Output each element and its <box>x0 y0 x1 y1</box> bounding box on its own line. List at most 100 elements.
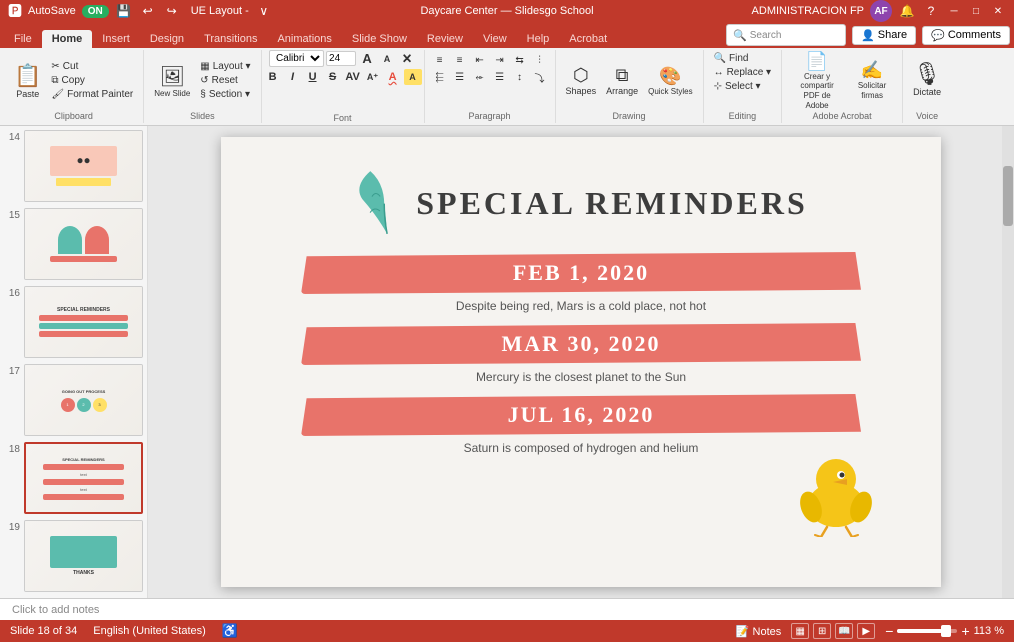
font-grow-btn[interactable]: A <box>358 51 376 67</box>
tab-file[interactable]: File <box>4 30 42 48</box>
quick-styles-button[interactable]: 🎨 Quick Styles <box>644 54 696 108</box>
font-shrink-btn[interactable]: A <box>378 51 396 67</box>
find-button[interactable]: 🔍 Find <box>710 52 776 65</box>
zoom-out-btn[interactable]: − <box>885 623 893 639</box>
more-options-icon[interactable]: ? <box>922 2 940 20</box>
shapes-button[interactable]: ⬡ Shapes <box>562 54 601 108</box>
tab-acrobat[interactable]: Acrobat <box>559 30 617 48</box>
text-direction-btn[interactable]: ⤵ <box>531 69 549 85</box>
redo-icon[interactable]: ↪ <box>163 2 181 20</box>
dictate-button[interactable]: 🎙 Dictate <box>909 52 945 106</box>
quick-styles-icon: 🎨 <box>659 66 681 87</box>
font-color-btn[interactable]: A <box>384 69 402 85</box>
layout-button[interactable]: ▦ Layout ▾ <box>196 60 254 73</box>
section-button[interactable]: § Section ▾ <box>196 88 254 101</box>
tab-insert[interactable]: Insert <box>92 30 140 48</box>
replace-button[interactable]: ↔ Replace ▾ <box>710 66 776 79</box>
slide-thumb-14[interactable]: 14 ⬤ ⬤ <box>4 130 143 202</box>
user-avatar[interactable]: AF <box>870 0 892 22</box>
highlight-btn[interactable]: A <box>404 69 422 85</box>
save-icon[interactable]: 💾 <box>115 2 133 20</box>
text-shadow-btn[interactable]: A⁺ <box>364 69 382 85</box>
underline-btn[interactable]: U <box>304 69 322 85</box>
zoom-slider[interactable] <box>897 629 957 633</box>
request-signatures-button[interactable]: ✍ Solicitar firmas <box>848 54 896 108</box>
undo-icon[interactable]: ↩ <box>139 2 157 20</box>
tab-transitions[interactable]: Transitions <box>194 30 267 48</box>
italic-btn[interactable]: I <box>284 69 302 85</box>
slide-thumb-15[interactable]: 15 <box>4 208 143 280</box>
slide-canvas[interactable]: SPECIAL REMINDERS FEB 1, 2020 Despite be… <box>221 137 941 587</box>
notes-bar[interactable]: Click to add notes <box>0 598 1014 620</box>
font-size-input[interactable] <box>326 51 356 66</box>
minimize-btn[interactable]: ─ <box>946 4 962 18</box>
more-icon[interactable]: ∨ <box>255 2 273 20</box>
bell-icon[interactable]: 🔔 <box>898 2 916 20</box>
comments-button[interactable]: 💬 Comments <box>922 26 1010 45</box>
slideshow-btn[interactable]: ▶ <box>857 623 875 639</box>
rtl-btn[interactable]: ⇆ <box>511 52 529 68</box>
close-btn[interactable]: ✕ <box>990 4 1006 18</box>
tab-home[interactable]: Home <box>42 30 93 48</box>
align-left-btn[interactable]: ⬱ <box>431 69 449 85</box>
reading-view-btn[interactable]: 📖 <box>835 623 853 639</box>
create-pdf-button[interactable]: 📄 Crear y compartir PDF de Adobe <box>788 54 846 108</box>
strikethrough-btn[interactable]: S <box>324 69 342 85</box>
numbered-list-btn[interactable]: ≡ <box>451 52 469 68</box>
autosave-toggle[interactable]: ON <box>82 5 109 18</box>
right-scrollbar[interactable] <box>1002 126 1014 598</box>
view-buttons: ▦ ⊞ 📖 ▶ <box>791 623 875 639</box>
copy-button[interactable]: ⧉ Copy <box>47 74 137 87</box>
format-painter-button[interactable]: 🖌 Format Painter <box>47 88 137 101</box>
reminder-2-date: MAR 30, 2020 <box>301 323 861 365</box>
select-button[interactable]: ⊹ Select ▾ <box>710 80 776 93</box>
slide-sorter-btn[interactable]: ⊞ <box>813 623 831 639</box>
slide-info: Slide 18 of 34 <box>10 625 77 637</box>
tab-view[interactable]: View <box>473 30 517 48</box>
tab-slideshow[interactable]: Slide Show <box>342 30 417 48</box>
zoom-bar: − + 113 % <box>885 623 1004 639</box>
search-box[interactable]: 🔍 Search <box>726 24 846 46</box>
slide-thumb-16[interactable]: 16 SPECIAL REMINDERS <box>4 286 143 358</box>
maximize-btn[interactable]: □ <box>968 4 984 18</box>
new-slide-button[interactable]: 🖼 New Slide <box>150 54 194 108</box>
justify-btn[interactable]: ☰ <box>491 69 509 85</box>
cut-button[interactable]: ✂ Cut <box>47 60 137 73</box>
ribbon-group-clipboard: 📋 Paste ✂ Cut ⧉ Copy 🖌 Format Painter Cl… <box>4 50 144 123</box>
bullet-list-btn[interactable]: ≡ <box>431 52 449 68</box>
font-name-select[interactable]: Calibri <box>269 50 324 67</box>
line-spacing-btn[interactable]: ↕ <box>511 69 529 85</box>
reset-button[interactable]: ↺ Reset <box>196 74 254 87</box>
paste-button[interactable]: 📋 Paste <box>10 54 45 108</box>
tab-help[interactable]: Help <box>517 30 560 48</box>
slide-thumb-19[interactable]: 19 THANKS <box>4 520 143 592</box>
increase-indent-btn[interactable]: ⇥ <box>491 52 509 68</box>
zoom-in-btn[interactable]: + <box>961 623 969 639</box>
align-right-btn[interactable]: ⬰ <box>471 69 489 85</box>
tab-review[interactable]: Review <box>417 30 473 48</box>
share-button[interactable]: 👤 Share <box>852 26 916 45</box>
char-spacing-btn[interactable]: AV <box>344 69 362 85</box>
tab-design[interactable]: Design <box>140 30 194 48</box>
arrange-button[interactable]: ⧉ Arrange <box>602 54 642 108</box>
accessibility-icon[interactable]: ♿ <box>222 623 238 639</box>
zoom-handle <box>941 625 951 637</box>
decrease-indent-btn[interactable]: ⇤ <box>471 52 489 68</box>
scroll-thumb <box>1003 166 1013 226</box>
ribbon-group-font: Calibri A A 🗙 B I U S AV A⁺ A A Font <box>262 50 425 123</box>
arrange-icon: ⧉ <box>616 65 629 86</box>
slide-thumb-17[interactable]: 17 GOING OUT PROCESS 1 2 3 <box>4 364 143 436</box>
lang-info: English (United States) <box>93 625 206 637</box>
bold-btn[interactable]: B <box>264 69 282 85</box>
col-btn[interactable]: ⫶ <box>531 52 549 68</box>
notes-btn[interactable]: 📝 Notes <box>736 625 782 638</box>
clear-format-btn[interactable]: 🗙 <box>398 51 416 67</box>
normal-view-btn[interactable]: ▦ <box>791 623 809 639</box>
center-btn[interactable]: ☰ <box>451 69 469 85</box>
slide-thumb-18[interactable]: 18 SPECIAL REMINDERS text text <box>4 442 143 514</box>
reminder-3: JUL 16, 2020 Saturn is composed of hydro… <box>301 394 861 455</box>
paste-icon: 📋 <box>14 63 41 89</box>
reminder-1: FEB 1, 2020 Despite being red, Mars is a… <box>301 252 861 313</box>
tab-animations[interactable]: Animations <box>267 30 341 48</box>
reminder-2: MAR 30, 2020 Mercury is the closest plan… <box>301 323 861 384</box>
